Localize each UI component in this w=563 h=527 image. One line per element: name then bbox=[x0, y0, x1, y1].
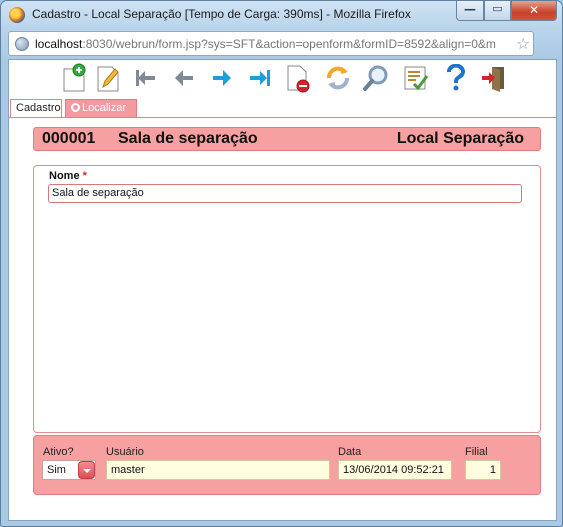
edit-pencil-icon bbox=[97, 66, 119, 92]
filial-label: Filial bbox=[465, 446, 488, 458]
search-icon bbox=[363, 65, 388, 91]
site-identity-icon[interactable] bbox=[15, 37, 29, 51]
filial-field[interactable]: 1 bbox=[465, 460, 501, 480]
bookmark-star-icon[interactable]: ☆ bbox=[516, 34, 530, 53]
previous-record-icon bbox=[175, 70, 193, 86]
edit-button[interactable] bbox=[93, 63, 123, 93]
previous-record-button[interactable] bbox=[169, 63, 199, 93]
title-bar[interactable]: Cadastro - Local Separação [Tempo de Car… bbox=[1, 1, 562, 29]
main-fields-panel: Nome * Sala de separação bbox=[33, 165, 541, 433]
checklist-icon bbox=[404, 66, 429, 91]
next-record-button[interactable] bbox=[207, 63, 237, 93]
firefox-icon bbox=[9, 7, 25, 23]
url-text[interactable]: localhost:8030/webrun/form.jsp?sys=SFT&a… bbox=[35, 37, 517, 51]
form-toolbar bbox=[9, 60, 556, 98]
last-record-button[interactable] bbox=[245, 63, 275, 93]
search-button[interactable] bbox=[361, 63, 391, 93]
minimize-icon: — bbox=[464, 2, 476, 16]
data-field[interactable]: 13/06/2014 09:52:21 bbox=[338, 460, 452, 480]
close-icon: ✕ bbox=[528, 3, 540, 17]
first-record-button[interactable] bbox=[131, 63, 161, 93]
magnifier-icon bbox=[71, 103, 80, 112]
tab-localizar-label: Localizar bbox=[82, 102, 127, 114]
next-record-icon bbox=[213, 70, 231, 86]
exit-button[interactable] bbox=[479, 63, 509, 93]
window-title: Cadastro - Local Separação [Tempo de Car… bbox=[32, 7, 411, 21]
url-path: :8030/webrun/form.jsp?sys=SFT&action=ope… bbox=[82, 37, 496, 51]
close-window-button[interactable]: ✕ bbox=[511, 1, 557, 21]
footer-panel: Ativo? Sim Usuário master Data 13/06/201… bbox=[33, 435, 541, 495]
data-label: Data bbox=[338, 446, 362, 458]
tab-strip: Cadastro Localizar bbox=[9, 98, 556, 118]
delete-record-icon bbox=[287, 65, 310, 93]
nome-label-text: Nome bbox=[49, 170, 80, 182]
tab-localizar[interactable]: Localizar bbox=[65, 99, 137, 118]
refresh-button[interactable] bbox=[323, 63, 353, 93]
last-record-icon bbox=[250, 70, 270, 86]
form-pane: 000001 Sala de separação Local Separação… bbox=[9, 118, 556, 520]
url-host: localhost bbox=[35, 37, 83, 51]
page-content: Cadastro Localizar 000001 Sala de separa… bbox=[8, 59, 557, 521]
chevron-down-icon[interactable] bbox=[78, 461, 95, 479]
minimize-button[interactable]: — bbox=[456, 1, 484, 21]
exit-icon bbox=[482, 67, 504, 92]
browser-window: Cadastro - Local Separação [Tempo de Car… bbox=[0, 0, 563, 527]
ativo-label: Ativo? bbox=[43, 446, 74, 458]
record-name: Sala de separação bbox=[118, 130, 258, 147]
form-title: Local Separação bbox=[396, 130, 524, 147]
refresh-icon bbox=[327, 66, 349, 90]
tab-cadastro-label: Cadastro bbox=[16, 102, 61, 114]
tab-cadastro[interactable]: Cadastro bbox=[10, 99, 62, 118]
maximize-icon: ▭ bbox=[492, 2, 503, 15]
first-record-icon bbox=[136, 70, 155, 86]
new-record-icon bbox=[63, 63, 86, 92]
required-marker: * bbox=[82, 170, 87, 182]
address-bar[interactable]: localhost:8030/webrun/form.jsp?sys=SFT&a… bbox=[8, 31, 534, 56]
help-icon bbox=[447, 64, 465, 91]
usuario-label: Usuário bbox=[106, 446, 144, 458]
delete-record-button[interactable] bbox=[283, 63, 313, 93]
nome-field[interactable]: Sala de separação bbox=[48, 184, 522, 203]
maximize-button[interactable]: ▭ bbox=[484, 1, 511, 21]
nome-label: Nome * bbox=[49, 170, 87, 182]
usuario-field[interactable]: master bbox=[106, 460, 330, 480]
new-record-button[interactable] bbox=[59, 63, 89, 93]
record-header: 000001 Sala de separação Local Separação bbox=[33, 127, 541, 151]
checklist-button[interactable] bbox=[401, 63, 431, 93]
record-code: 000001 bbox=[42, 130, 96, 147]
help-button[interactable] bbox=[441, 63, 471, 93]
